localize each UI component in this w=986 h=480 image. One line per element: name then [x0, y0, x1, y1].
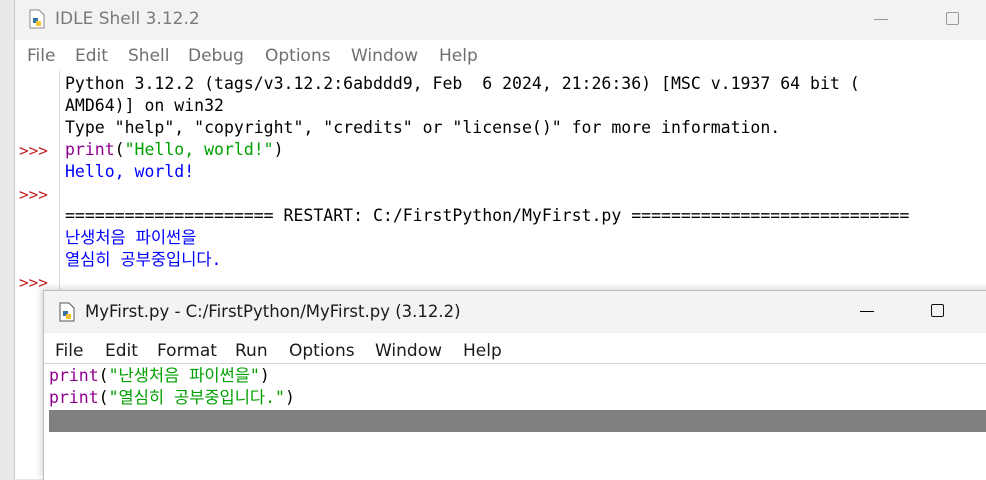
menu-edit[interactable]: Edit	[75, 46, 108, 66]
shell-title: IDLE Shell 3.12.2	[55, 9, 200, 29]
menu-help[interactable]: Help	[439, 46, 478, 66]
paren-close: )	[259, 366, 270, 385]
maximize-icon[interactable]	[943, 8, 965, 30]
editor-text-area[interactable]: print("난생처음 파이썬을") print("열심히 공부중입니다.")	[44, 363, 986, 480]
paren-open: (	[114, 140, 125, 159]
editor-titlebar[interactable]: MyFirst.py - C:/FirstPython/MyFirst.py (…	[44, 291, 986, 333]
string-literal: "난생처음 파이썬을"	[108, 366, 260, 385]
keyword-print: print	[49, 366, 99, 385]
restart-line: ===================== RESTART: C:/FirstP…	[65, 206, 910, 225]
menu-file[interactable]: File	[27, 46, 55, 66]
command-line: print("Hello, world!")	[65, 139, 284, 161]
menu-options[interactable]: Options	[265, 46, 331, 66]
shell-menubar: File Edit Shell Debug Options Window Hel…	[15, 46, 986, 70]
minimize-icon[interactable]	[857, 300, 879, 322]
current-line-highlight	[49, 410, 986, 432]
editor-menubar: File Edit Format Run Options Window Help	[44, 341, 986, 365]
code-line-2: print("열심히 공부중입니다.")	[49, 387, 295, 409]
maximize-icon[interactable]	[928, 300, 950, 322]
python-file-icon	[59, 302, 75, 322]
menu-format[interactable]: Format	[157, 341, 217, 361]
prompt-1: >>>	[19, 141, 48, 160]
menu-run[interactable]: Run	[235, 341, 268, 361]
menu-window[interactable]: Window	[375, 341, 442, 361]
output-line-3: 열심히 공부중입니다.	[65, 250, 222, 269]
editor-title: MyFirst.py - C:/FirstPython/MyFirst.py (…	[85, 302, 461, 321]
code-line-1: print("난생처음 파이썬을")	[49, 365, 270, 387]
banner-line-2: AMD64)] on win32	[65, 96, 224, 115]
banner-line-1: Python 3.12.2 (tags/v3.12.2:6abddd9, Feb…	[65, 74, 860, 93]
minimize-icon[interactable]	[871, 8, 893, 30]
banner-line-3: Type "help", "copyright", "credits" or "…	[65, 118, 781, 137]
output-line-2: 난생처음 파이썬을	[65, 228, 197, 247]
python-file-icon	[29, 9, 45, 29]
menu-options[interactable]: Options	[289, 341, 355, 361]
paren-close: )	[284, 388, 295, 407]
shell-titlebar[interactable]: IDLE Shell 3.12.2	[15, 0, 986, 40]
paren-open: (	[98, 366, 109, 385]
keyword-print: print	[49, 388, 99, 407]
output-line-1: Hello, world!	[65, 162, 195, 181]
string-literal: "Hello, world!"	[124, 140, 274, 159]
prompt-2: >>>	[19, 185, 48, 204]
menu-shell[interactable]: Shell	[128, 46, 169, 66]
menu-file[interactable]: File	[55, 341, 83, 361]
menu-debug[interactable]: Debug	[188, 46, 244, 66]
menu-help[interactable]: Help	[463, 341, 502, 361]
editor-window: MyFirst.py - C:/FirstPython/MyFirst.py (…	[43, 290, 986, 480]
paren-close: )	[273, 140, 284, 159]
string-literal: "열심히 공부중입니다."	[108, 388, 285, 407]
paren-open: (	[98, 388, 109, 407]
menu-window[interactable]: Window	[351, 46, 418, 66]
menu-edit[interactable]: Edit	[105, 341, 138, 361]
keyword-print: print	[65, 140, 115, 159]
